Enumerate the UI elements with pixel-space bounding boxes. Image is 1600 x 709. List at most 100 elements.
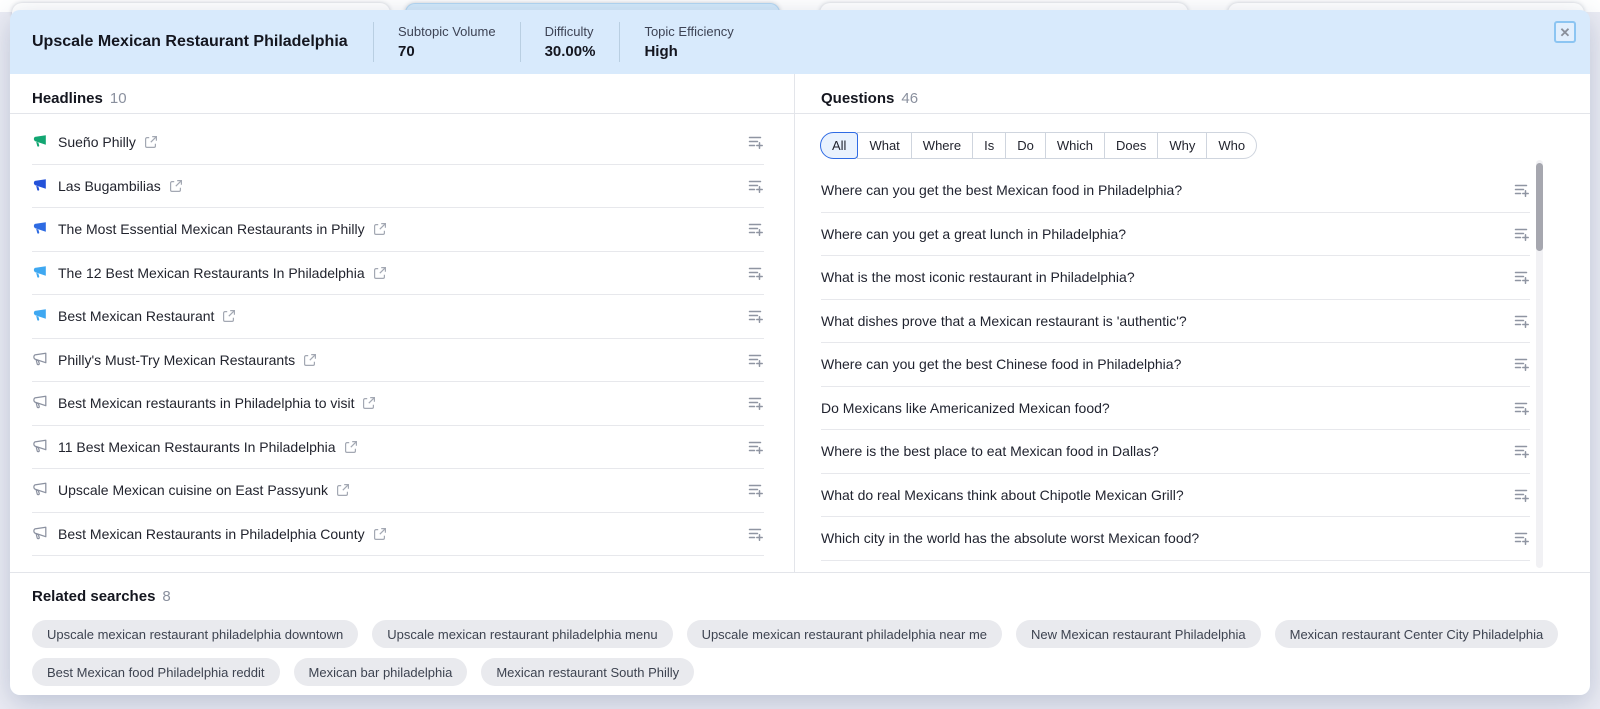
question-row: Where can you get the best Mexican food … — [821, 169, 1530, 213]
question-filter-button[interactable]: Does — [1104, 132, 1158, 159]
add-to-list-icon[interactable] — [1514, 443, 1530, 459]
headline-link[interactable]: Best Mexican restaurants in Philadelphia… — [58, 395, 354, 411]
related-search-chip[interactable]: Upscale mexican restaurant philadelphia … — [372, 620, 672, 648]
external-link-icon[interactable] — [144, 135, 158, 149]
megaphone-icon — [32, 308, 48, 324]
headline-link[interactable]: Sueño Philly — [58, 134, 136, 150]
external-link-icon[interactable] — [362, 396, 376, 410]
question-text: Where can you get the best Mexican food … — [821, 182, 1182, 198]
related-search-chip[interactable]: New Mexican restaurant Philadelphia — [1016, 620, 1261, 648]
questions-panel: Questions 46 All What Where Is Do — [795, 74, 1590, 572]
add-to-list-icon[interactable] — [748, 395, 764, 411]
question-filter-button[interactable]: Which — [1045, 132, 1105, 159]
headline-link[interactable]: Best Mexican Restaurants in Philadelphia… — [58, 526, 365, 542]
headline-link[interactable]: Best Mexican Restaurant — [58, 308, 214, 324]
add-to-list-icon[interactable] — [748, 221, 764, 237]
question-filter-button[interactable]: All — [820, 132, 858, 159]
headline-link[interactable]: Las Bugambilias — [58, 178, 161, 194]
external-link-icon[interactable] — [373, 266, 387, 280]
question-filter-button[interactable]: Who — [1206, 132, 1257, 159]
external-link-icon[interactable] — [336, 483, 350, 497]
question-text: Do Mexicans like Americanized Mexican fo… — [821, 400, 1110, 416]
megaphone-icon — [32, 352, 48, 368]
questions-scrollbar-track[interactable] — [1536, 160, 1543, 568]
question-text: What is the most iconic restaurant in Ph… — [821, 269, 1135, 285]
question-text: Where is the best place to eat Mexican f… — [821, 443, 1159, 459]
close-button[interactable]: ✕ — [1554, 21, 1576, 43]
related-search-chip[interactable]: Mexican restaurant South Philly — [481, 658, 694, 686]
related-search-chip[interactable]: Upscale mexican restaurant philadelphia … — [32, 620, 358, 648]
external-link-icon[interactable] — [373, 222, 387, 236]
questions-list: Where can you get the best Mexican food … — [795, 159, 1590, 561]
question-row: What is the most iconic restaurant in Ph… — [821, 256, 1530, 300]
megaphone-icon — [32, 134, 48, 150]
modal-header: Upscale Mexican Restaurant Philadelphia … — [10, 10, 1590, 74]
related-search-chip[interactable]: Upscale mexican restaurant philadelphia … — [687, 620, 1002, 648]
add-to-list-icon[interactable] — [748, 352, 764, 368]
add-to-list-icon[interactable] — [1514, 400, 1530, 416]
questions-scrollbar-thumb[interactable] — [1536, 163, 1543, 251]
headline-link[interactable]: The 12 Best Mexican Restaurants In Phila… — [58, 265, 365, 281]
header-metrics: Subtopic Volume 70 Difficulty 30.00% — [373, 10, 758, 74]
headline-link[interactable]: Upscale Mexican cuisine on East Passyunk — [58, 482, 328, 498]
metric-label: Topic Efficiency — [644, 22, 733, 41]
add-to-list-icon[interactable] — [748, 308, 764, 324]
question-filter-button[interactable]: Where — [911, 132, 973, 159]
add-to-list-icon[interactable] — [748, 178, 764, 194]
add-to-list-icon[interactable] — [1514, 313, 1530, 329]
related-search-chip[interactable]: Best Mexican food Philadelphia reddit — [32, 658, 280, 686]
question-text: Which city in the world has the absolute… — [821, 530, 1199, 546]
headline-row: Sueño Philly — [32, 121, 764, 165]
related-searches-count: 8 — [162, 588, 170, 605]
megaphone-icon — [32, 395, 48, 411]
metric-label: Subtopic Volume — [398, 22, 496, 41]
question-filter-button[interactable]: Is — [972, 132, 1006, 159]
metric-value: 70 — [398, 41, 496, 62]
question-filter-button[interactable]: What — [857, 132, 911, 159]
question-row: Where is the best place to eat Mexican f… — [821, 430, 1530, 474]
close-icon: ✕ — [1560, 26, 1571, 39]
external-link-icon[interactable] — [344, 440, 358, 454]
external-link-icon[interactable] — [222, 309, 236, 323]
add-to-list-icon[interactable] — [1514, 269, 1530, 285]
megaphone-icon — [32, 265, 48, 281]
question-text: Where can you get a great lunch in Phila… — [821, 226, 1126, 242]
add-to-list-icon[interactable] — [748, 482, 764, 498]
headline-row: Las Bugambilias — [32, 165, 764, 209]
modal-title: Upscale Mexican Restaurant Philadelphia — [32, 33, 373, 51]
add-to-list-icon[interactable] — [748, 265, 764, 281]
external-link-icon[interactable] — [303, 353, 317, 367]
megaphone-icon — [32, 526, 48, 542]
add-to-list-icon[interactable] — [748, 439, 764, 455]
headline-link[interactable]: The Most Essential Mexican Restaurants i… — [58, 221, 365, 237]
related-searches-chips: Upscale mexican restaurant philadelphia … — [32, 620, 1564, 686]
add-to-list-icon[interactable] — [1514, 487, 1530, 503]
headline-row: Philly's Must-Try Mexican Restaurants — [32, 339, 764, 383]
headline-row: Best Mexican Restaurant — [32, 295, 764, 339]
headline-row: Upscale Mexican cuisine on East Passyunk — [32, 469, 764, 513]
questions-count: 46 — [901, 90, 918, 107]
add-to-list-icon[interactable] — [1514, 530, 1530, 546]
add-to-list-icon[interactable] — [1514, 182, 1530, 198]
related-searches-header: Related searches 8 — [32, 588, 1564, 605]
question-row: Do Mexicans like Americanized Mexican fo… — [821, 387, 1530, 431]
question-filter-button[interactable]: Do — [1005, 132, 1046, 159]
related-search-chip[interactable]: Mexican bar philadelphia — [294, 658, 468, 686]
add-to-list-icon[interactable] — [748, 134, 764, 150]
metric-label: Difficulty — [545, 22, 596, 41]
external-link-icon[interactable] — [169, 179, 183, 193]
question-filters: All What Where Is Do Which Does Why — [821, 132, 1257, 159]
add-to-list-icon[interactable] — [1514, 356, 1530, 372]
question-text: What dishes prove that a Mexican restaur… — [821, 313, 1187, 329]
question-filter-button[interactable]: Why — [1157, 132, 1207, 159]
headline-link[interactable]: 11 Best Mexican Restaurants In Philadelp… — [58, 439, 336, 455]
question-text: Where can you get the best Chinese food … — [821, 356, 1181, 372]
questions-header: Questions 46 — [795, 74, 1590, 114]
external-link-icon[interactable] — [373, 527, 387, 541]
add-to-list-icon[interactable] — [1514, 226, 1530, 242]
add-to-list-icon[interactable] — [748, 526, 764, 542]
megaphone-icon — [32, 439, 48, 455]
related-search-chip[interactable]: Mexican restaurant Center City Philadelp… — [1275, 620, 1559, 648]
headline-link[interactable]: Philly's Must-Try Mexican Restaurants — [58, 352, 295, 368]
headlines-list: Sueño Philly — [10, 114, 794, 556]
